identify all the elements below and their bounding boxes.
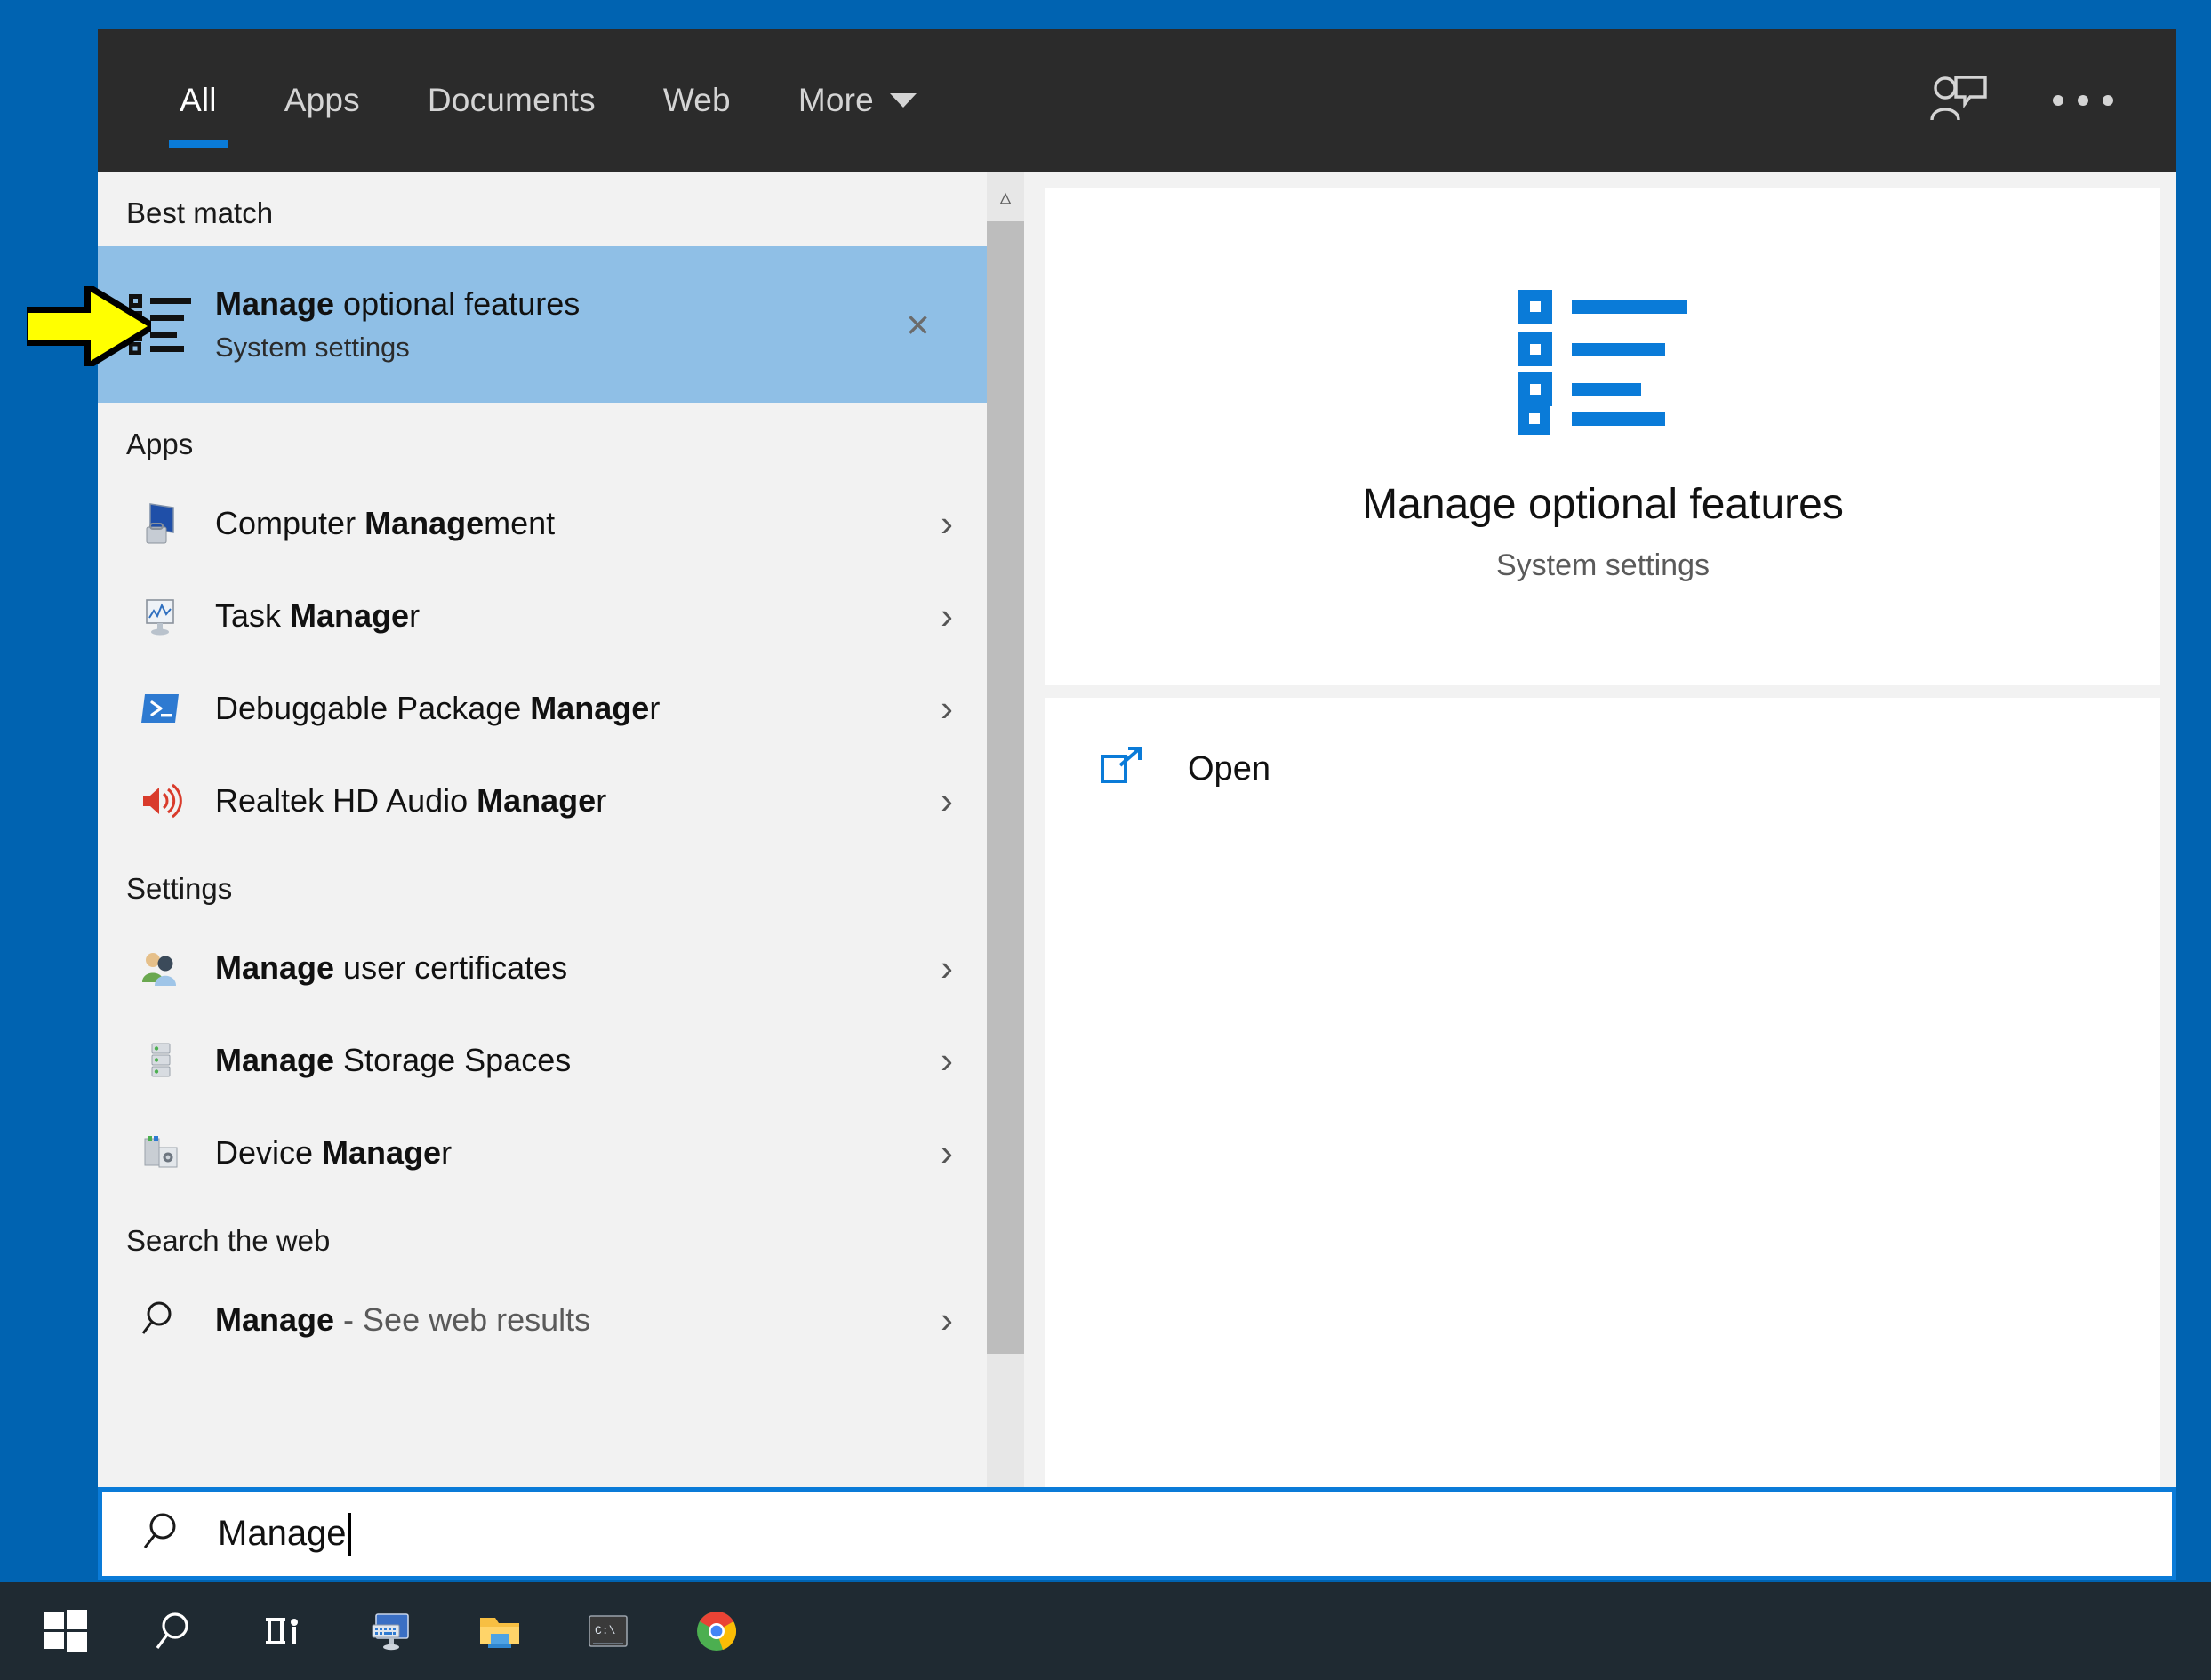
search-header: All Apps Documents Web More xyxy=(98,29,2176,172)
list-item-device-manager[interactable]: Device Manager › xyxy=(98,1107,987,1199)
search-icon xyxy=(126,1285,196,1355)
search-icon xyxy=(140,1508,186,1559)
scroll-up-icon[interactable]: ▵ xyxy=(987,172,1024,221)
remote-desktop-button[interactable] xyxy=(341,1582,441,1680)
preview-pane: Manage optional features System settings… xyxy=(1024,172,2176,1576)
best-match-text: Manage optional features System settings xyxy=(215,285,906,364)
list-item-text: Debuggable Package Manager xyxy=(215,690,941,727)
file-explorer-button[interactable] xyxy=(450,1582,549,1680)
chevron-right-icon[interactable]: › xyxy=(941,1132,967,1174)
section-heading-best-match: Best match xyxy=(98,172,987,246)
chevron-right-icon[interactable]: › xyxy=(941,502,967,545)
user-certificates-icon xyxy=(126,933,196,1003)
list-item-title: Manage - See web results xyxy=(215,1301,941,1339)
results-scrollbar[interactable]: ▵ ▿ xyxy=(987,172,1024,1576)
storage-spaces-icon xyxy=(126,1026,196,1095)
list-item-computer-management[interactable]: Computer Management › xyxy=(98,477,987,570)
chevron-right-icon[interactable]: › xyxy=(941,687,967,730)
annotation-arrow-icon xyxy=(27,286,151,366)
list-item-title: Computer Management xyxy=(215,505,941,542)
search-button[interactable] xyxy=(124,1582,224,1680)
list-item-text: Computer Management xyxy=(215,505,941,542)
list-item-text: Task Manager xyxy=(215,597,941,635)
close-icon[interactable]: × xyxy=(906,300,967,348)
preview-title: Manage optional features xyxy=(1362,480,1844,529)
list-item-text: Device Manager xyxy=(215,1134,941,1172)
list-item-realtek-hd-audio-manager[interactable]: Realtek HD Audio Manager › xyxy=(98,755,987,847)
list-item-manage-user-certificates[interactable]: Manage user certificates › xyxy=(98,922,987,1014)
optional-features-list-icon xyxy=(1518,290,1687,441)
preview-card: Manage optional features System settings xyxy=(1045,188,2160,685)
list-item-title: Debuggable Package Manager xyxy=(215,690,941,727)
chevron-right-icon[interactable]: › xyxy=(941,1299,967,1341)
tab-apps[interactable]: Apps xyxy=(251,29,394,172)
search-body: Best match xyxy=(98,172,2176,1576)
header-actions xyxy=(1919,29,2176,172)
tab-apps-label: Apps xyxy=(284,82,360,119)
tab-more[interactable]: More xyxy=(765,29,950,172)
tab-all[interactable]: All xyxy=(146,29,251,172)
tab-web-label: Web xyxy=(663,82,731,119)
list-item-title: Task Manager xyxy=(215,597,941,635)
chrome-button[interactable] xyxy=(667,1582,766,1680)
task-manager-icon xyxy=(126,581,196,651)
best-match-subtitle: System settings xyxy=(215,332,906,364)
svg-text:C:\: C:\ xyxy=(595,1624,616,1637)
powershell-icon xyxy=(126,674,196,743)
results-list: Best match xyxy=(98,172,987,1576)
open-action-row[interactable]: Open xyxy=(1099,744,2160,795)
list-item-debuggable-package-manager[interactable]: Debuggable Package Manager › xyxy=(98,662,987,755)
chevron-right-icon[interactable]: › xyxy=(941,1039,967,1082)
open-action-label: Open xyxy=(1188,750,1270,788)
tab-documents-label: Documents xyxy=(428,82,596,119)
list-item-title: Realtek HD Audio Manager xyxy=(215,782,941,820)
open-external-icon xyxy=(1099,744,1145,795)
computer-management-icon xyxy=(126,489,196,558)
search-input-value: Manage xyxy=(218,1514,347,1554)
chevron-down-icon xyxy=(890,93,917,108)
taskbar: C:\ xyxy=(0,1582,2211,1680)
more-options-icon[interactable] xyxy=(2043,60,2123,140)
list-item-title: Manage Storage Spaces xyxy=(215,1042,941,1079)
section-heading-apps: Apps xyxy=(98,403,987,477)
list-item-text: Manage - See web results xyxy=(215,1301,941,1339)
chevron-right-icon[interactable]: › xyxy=(941,595,967,637)
list-item-web-search-manage[interactable]: Manage - See web results › xyxy=(98,1274,987,1366)
list-item-manage-storage-spaces[interactable]: Manage Storage Spaces › xyxy=(98,1014,987,1107)
scrollbar-thumb[interactable] xyxy=(987,221,1024,1354)
desktop-background: All Apps Documents Web More xyxy=(0,0,2211,1680)
tab-web[interactable]: Web xyxy=(629,29,765,172)
list-item-task-manager[interactable]: Task Manager › xyxy=(98,570,987,662)
search-input[interactable]: Manage xyxy=(218,1513,351,1556)
chevron-right-icon[interactable]: › xyxy=(941,780,967,822)
search-input-bar[interactable]: Manage xyxy=(98,1487,2176,1580)
best-match-title: Manage optional features xyxy=(215,285,906,323)
search-flyout-window: All Apps Documents Web More xyxy=(98,29,2176,1576)
list-item-title: Manage user certificates xyxy=(215,949,941,987)
device-manager-icon xyxy=(126,1118,196,1188)
task-view-button[interactable] xyxy=(233,1582,332,1680)
speaker-icon xyxy=(126,766,196,836)
section-heading-settings: Settings xyxy=(98,847,987,922)
list-item-text: Manage user certificates xyxy=(215,949,941,987)
preview-subtitle: System settings xyxy=(1496,548,1710,583)
section-heading-search-the-web: Search the web xyxy=(98,1199,987,1274)
list-item-title: Device Manager xyxy=(215,1134,941,1172)
tab-documents[interactable]: Documents xyxy=(394,29,629,172)
best-match-row[interactable]: Manage optional features System settings… xyxy=(98,246,987,403)
chevron-right-icon[interactable]: › xyxy=(941,947,967,989)
search-filter-tabs: All Apps Documents Web More xyxy=(98,29,950,172)
feedback-icon[interactable] xyxy=(1919,60,1999,140)
preview-actions: Open xyxy=(1045,698,2160,1576)
ellipsis-dots xyxy=(2053,95,2113,106)
list-item-text: Manage Storage Spaces xyxy=(215,1042,941,1079)
list-item-text: Realtek HD Audio Manager xyxy=(215,782,941,820)
tab-more-label: More xyxy=(798,82,874,119)
start-button[interactable] xyxy=(16,1582,116,1680)
command-prompt-button[interactable]: C:\ xyxy=(558,1582,658,1680)
text-cursor xyxy=(348,1513,351,1556)
tab-all-label: All xyxy=(180,82,217,119)
